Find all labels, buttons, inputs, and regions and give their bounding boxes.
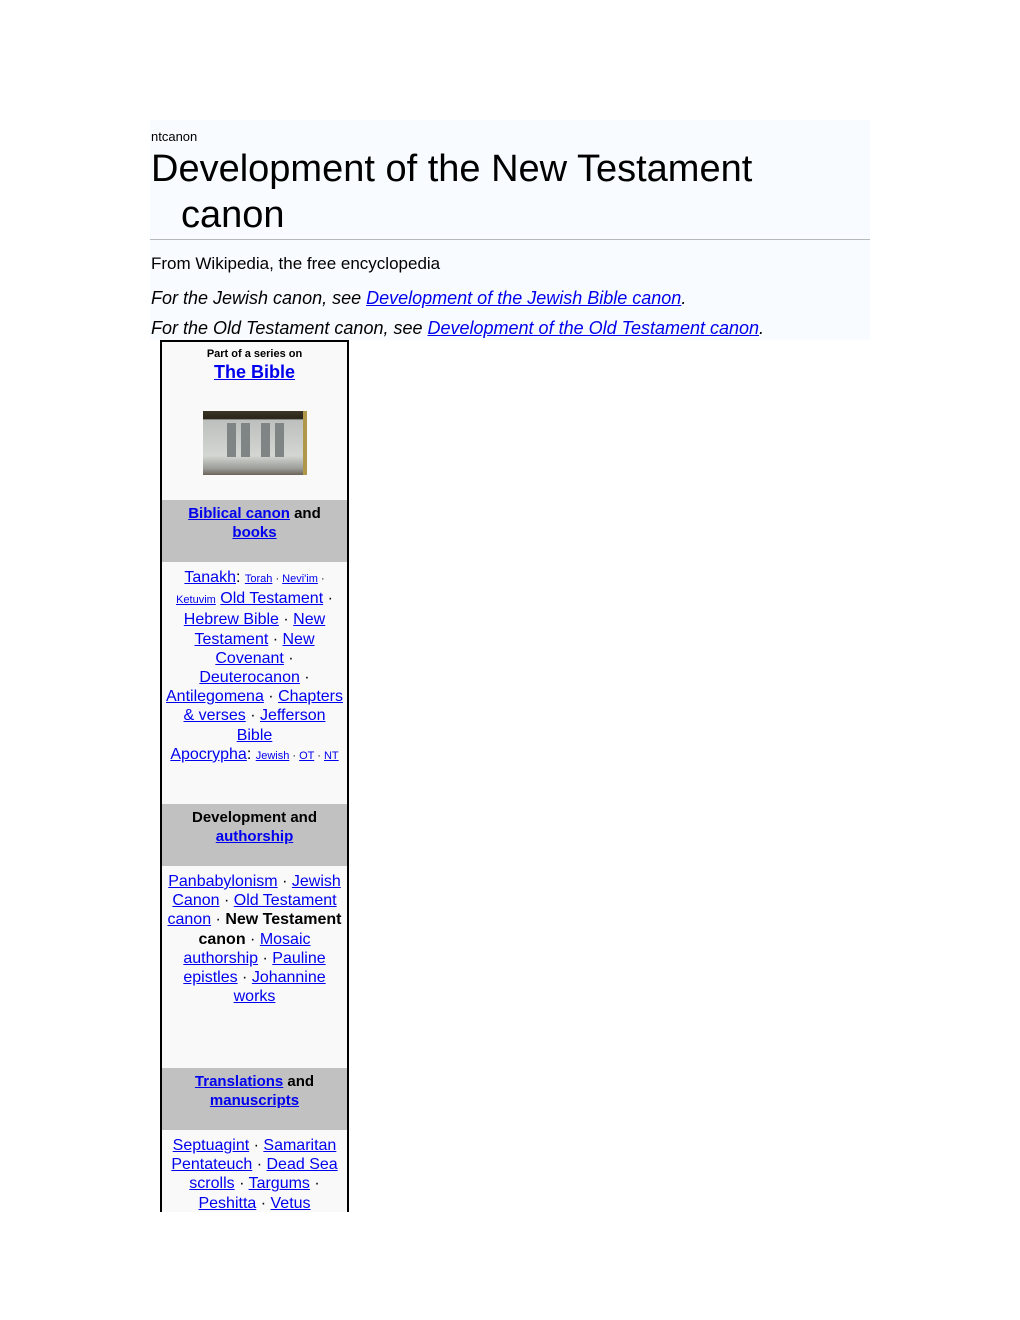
link-tanakh[interactable]: Tanakh xyxy=(184,569,236,586)
section-header-canon: Biblical canon and books xyxy=(162,500,347,562)
link-apocrypha-ot[interactable]: OT xyxy=(299,750,314,762)
hatnote-punct: . xyxy=(681,288,687,308)
link-old-testament[interactable]: Old Testament xyxy=(220,590,323,607)
link-biblical-canon[interactable]: Biblical canon xyxy=(188,505,290,522)
link-translations[interactable]: Translations xyxy=(195,1073,283,1090)
section-body-translations: Septuagint · Samaritan Pentateuch · Dead… xyxy=(171,1137,338,1212)
link-torah[interactable]: Torah xyxy=(245,573,273,585)
site-tagline: From Wikipedia, the free encyclopedia xyxy=(151,254,441,273)
hatnote-punct: . xyxy=(759,318,765,338)
section-header-text: and xyxy=(283,1073,315,1090)
hatnote-text: For the Jewish canon, see xyxy=(151,288,367,308)
section-header-text: and xyxy=(289,505,321,522)
link-books[interactable]: books xyxy=(232,524,276,541)
title-divider xyxy=(150,239,870,240)
series-label: Part of a series on xyxy=(206,348,303,360)
section-header-translations: Translations and manuscripts xyxy=(162,1068,347,1130)
link-jewish-bible-canon[interactable]: Development of the Jewish Bible canon xyxy=(366,288,681,308)
link-peshitta[interactable]: Peshitta xyxy=(198,1195,256,1212)
hatnote-text: For the Old Testament canon, see xyxy=(151,318,428,338)
link-apocrypha-nt[interactable]: NT xyxy=(324,750,339,762)
breadcrumb: ntcanon xyxy=(151,129,198,144)
link-targums[interactable]: Targums xyxy=(249,1175,310,1192)
link-neviim[interactable]: Nevi'im xyxy=(282,573,318,585)
link-jefferson-bible[interactable]: Jefferson Bible xyxy=(237,707,326,743)
series-title-link[interactable]: The Bible xyxy=(214,362,295,383)
link-vetus[interactable]: Vetus xyxy=(271,1195,311,1212)
page-title-line2: canon xyxy=(181,194,285,236)
link-deuterocanon[interactable]: Deuterocanon xyxy=(199,669,300,686)
link-hebrew-bible[interactable]: Hebrew Bible xyxy=(184,611,279,628)
page-title-line1: Development of the New Testament xyxy=(151,148,753,190)
link-old-testament-canon[interactable]: Development of the Old Testament canon xyxy=(428,318,760,338)
link-apocrypha[interactable]: Apocrypha xyxy=(170,746,247,763)
hatnote-old-testament-canon: For the Old Testament canon, see Develop… xyxy=(151,318,764,339)
link-septuagint[interactable]: Septuagint xyxy=(173,1137,250,1154)
link-apocrypha-jewish[interactable]: Jewish xyxy=(256,750,290,762)
section-header-development: Development and authorship xyxy=(162,804,347,866)
section-body-development: Panbabylonism · Jewish Canon · Old Testa… xyxy=(167,873,342,1006)
bible-series-infobox: Part of a series on The Bible Biblical c… xyxy=(160,340,349,1212)
bible-image[interactable] xyxy=(202,411,307,475)
link-johannine-works[interactable]: Johannine works xyxy=(234,969,326,1005)
link-panbabylonism[interactable]: Panbabylonism xyxy=(168,873,277,890)
section-body-canon: Tanakh: Torah · Nevi'im · Ketuvim Old Te… xyxy=(166,569,343,763)
link-ketuvim[interactable]: Ketuvim xyxy=(176,594,216,606)
link-manuscripts[interactable]: manuscripts xyxy=(210,1092,299,1109)
link-antilegomena[interactable]: Antilegomena xyxy=(166,688,264,705)
link-authorship[interactable]: authorship xyxy=(216,828,294,845)
section-header-text: Development and xyxy=(191,809,318,826)
hatnote-jewish-canon: For the Jewish canon, see Development of… xyxy=(151,288,686,309)
page-title: Development of the New Testament canon xyxy=(151,146,851,238)
